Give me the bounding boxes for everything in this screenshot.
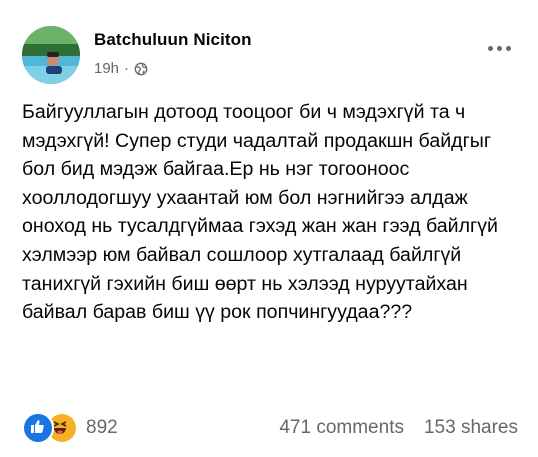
reaction-count: 892 — [86, 417, 118, 438]
author-name[interactable]: Batchuluun Niciton — [94, 30, 252, 50]
shares-count[interactable]: 153 shares — [424, 417, 518, 439]
comments-count[interactable]: 471 comments — [279, 417, 404, 439]
post-time[interactable]: 19h — [94, 60, 119, 77]
post-text: Байгууллагын дотоод тооцоог би ч мэдэхгү… — [22, 101, 498, 324]
globe-icon[interactable] — [134, 62, 148, 76]
reactions-summary[interactable]: 892 — [22, 412, 118, 444]
avatar-photo — [22, 26, 80, 84]
post-meta: 19h · — [94, 60, 148, 77]
avatar[interactable] — [22, 26, 80, 84]
more-options-icon[interactable] — [482, 36, 516, 60]
post-footer: 892 471 comments 153 shares — [22, 410, 518, 446]
meta-separator: · — [124, 60, 130, 77]
engagement-stats: 471 comments 153 shares — [279, 417, 518, 439]
like-icon — [22, 412, 54, 444]
